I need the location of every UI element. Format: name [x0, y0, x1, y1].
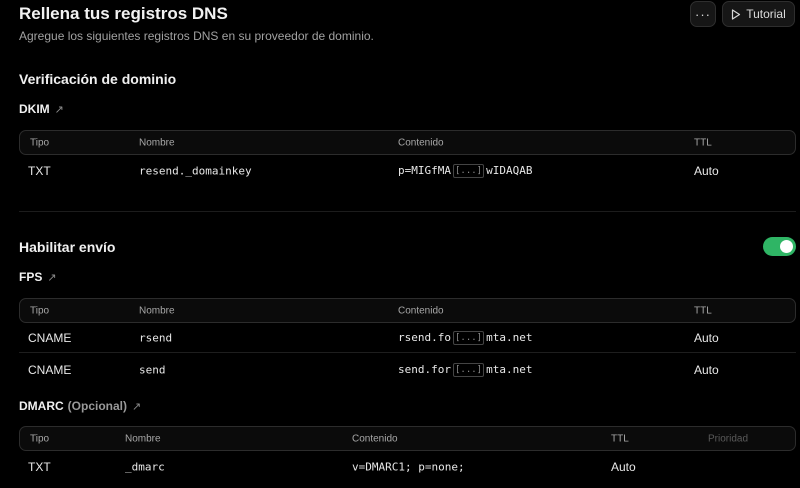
record-type: TXT [28, 460, 51, 474]
column-header: Nombre [125, 433, 161, 444]
section-divider [19, 211, 796, 212]
record-content[interactable]: rsend.fo [...] mta.net [398, 330, 532, 345]
table-row: TXT _dmarc v=DMARC1; p=none; Auto [19, 452, 796, 482]
column-header: TTL [611, 433, 629, 444]
column-header: Tipo [30, 137, 50, 148]
external-link-icon: ↗ [47, 271, 57, 284]
column-header: Contenido [352, 433, 398, 444]
record-name[interactable]: rsend [139, 331, 172, 344]
truncation-marker: [...] [452, 164, 485, 178]
record-type: TXT [28, 164, 51, 178]
record-name[interactable]: resend._domainkey [139, 165, 252, 178]
more-icon: ··· [695, 6, 711, 22]
column-header: TTL [694, 305, 712, 316]
enable-sending-toggle[interactable] [763, 237, 796, 256]
dkim-table-header: Tipo Nombre Contenido TTL [19, 130, 796, 155]
table-row: CNAME send send.for [...] mta.net Auto [19, 355, 796, 385]
table-row: TXT resend._domainkey p=MIGfMA [...] wIDAQ… [19, 156, 796, 186]
optional-label: (Opcional) [67, 399, 128, 413]
toggle-knob [780, 240, 793, 253]
external-link-icon: ↗ [132, 400, 142, 413]
table-row: CNAME rsend rsend.fo [...] mta.net Auto [19, 323, 796, 353]
fps-table-header: Tipo Nombre Contenido TTL [19, 298, 796, 323]
record-content[interactable]: p=MIGfMA [...] wIDAQAB [398, 164, 532, 178]
more-options-button[interactable]: ··· [690, 1, 716, 27]
dmarc-table-header: Tipo Nombre Contenido TTL Prioridad [19, 426, 796, 451]
column-header: Tipo [30, 433, 50, 444]
dmarc-link[interactable]: DMARC (Opcional) ↗ [19, 399, 141, 413]
truncation-marker: [...] [452, 363, 485, 377]
tutorial-button[interactable]: Tutorial [722, 1, 795, 27]
column-header: TTL [694, 137, 712, 148]
fps-link[interactable]: FPS ↗ [19, 270, 57, 284]
column-header: Tipo [30, 305, 50, 316]
record-ttl: Auto [694, 363, 719, 377]
fps-label: FPS [19, 270, 43, 284]
dmarc-label: DMARC [19, 399, 64, 413]
external-link-icon: ↗ [54, 103, 64, 116]
page-subtitle: Agregue los siguientes registros DNS en … [19, 29, 374, 43]
record-type: CNAME [28, 363, 72, 377]
tutorial-label: Tutorial [746, 7, 786, 21]
truncation-marker: [...] [452, 330, 485, 345]
record-type: CNAME [28, 330, 72, 345]
record-name[interactable]: _dmarc [125, 461, 165, 474]
record-content[interactable]: send.for [...] mta.net [398, 363, 532, 377]
column-header: Prioridad [708, 433, 749, 444]
record-ttl: Auto [611, 460, 636, 474]
column-header: Contenido [398, 305, 444, 316]
enable-sending-title: Habilitar envío [19, 239, 116, 255]
record-ttl: Auto [694, 164, 719, 178]
record-ttl: Auto [694, 330, 719, 345]
column-header: Contenido [398, 137, 444, 148]
record-content[interactable]: v=DMARC1; p=none; [352, 461, 465, 474]
page-title: Rellena tus registros DNS [19, 4, 228, 23]
column-header: Nombre [139, 137, 175, 148]
column-header: Nombre [139, 305, 175, 316]
play-icon [732, 8, 741, 20]
domain-verification-title: Verificación de dominio [19, 71, 177, 87]
record-name[interactable]: send [139, 364, 166, 377]
dkim-link[interactable]: DKIM ↗ [19, 102, 64, 116]
dkim-label: DKIM [19, 102, 50, 116]
